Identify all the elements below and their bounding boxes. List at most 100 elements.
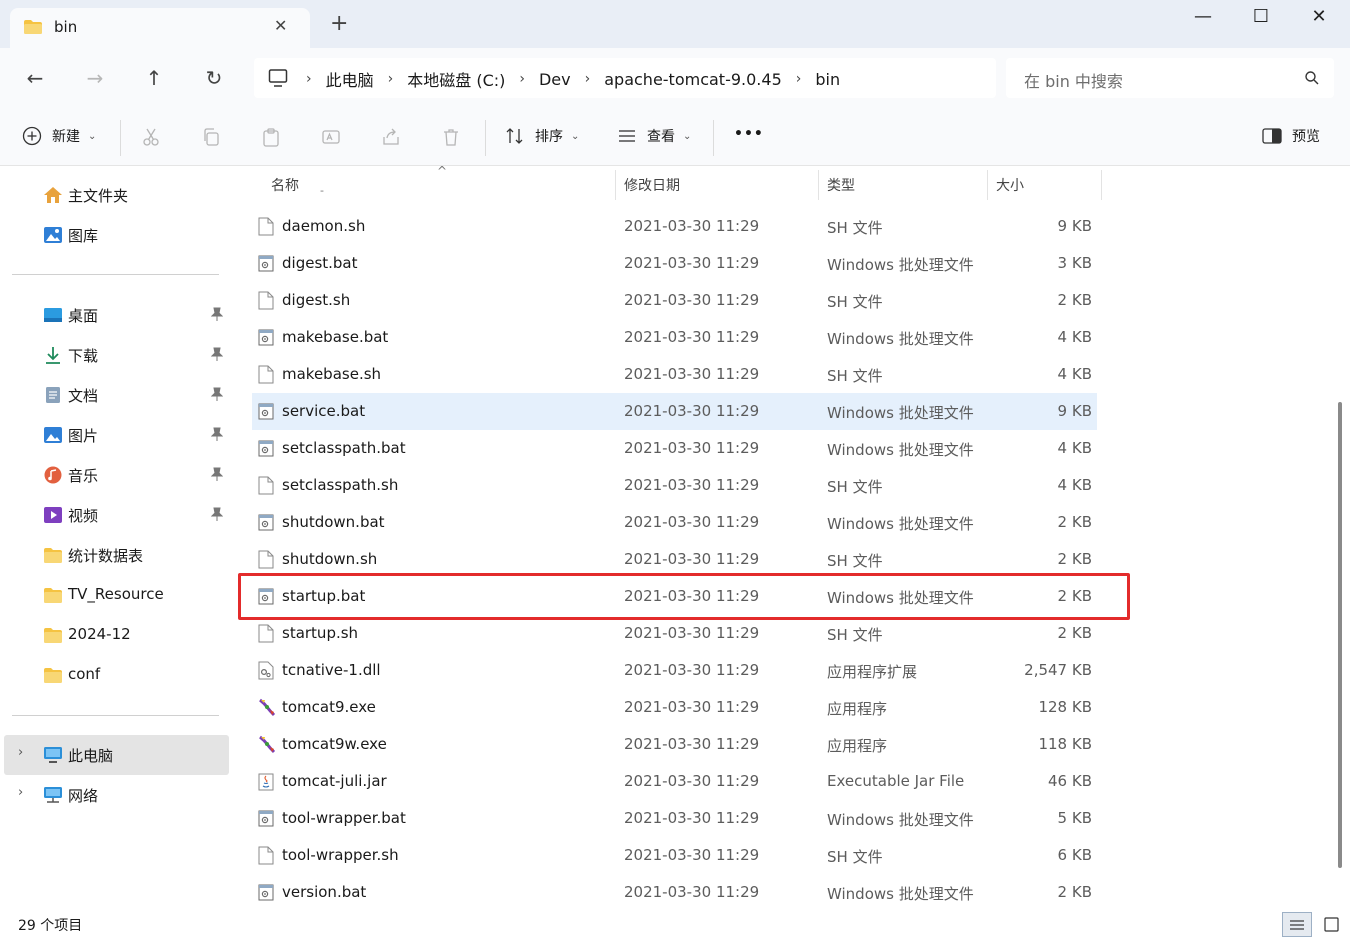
file-row[interactable]: tcnative-1.dll 2021-03-30 11:29 应用程序扩展 2,54… (252, 652, 1097, 689)
breadcrumb-dev[interactable]: Dev (539, 70, 571, 89)
file-row[interactable]: tomcat-juli.jar 2021-03-30 11:29 Executabl… (252, 763, 1097, 800)
column-divider[interactable] (1101, 170, 1102, 200)
maximize-button[interactable]: ☐ (1238, 6, 1284, 27)
column-divider[interactable] (987, 170, 988, 200)
folder-icon (44, 628, 62, 643)
expand-chevron-icon[interactable]: › (18, 745, 23, 760)
preview-button[interactable]: 预览 (1262, 126, 1320, 146)
share-icon[interactable] (381, 127, 401, 147)
file-row[interactable]: digest.bat 2021-03-30 11:29 Windows 批处理文件 3… (252, 245, 1097, 282)
sidebar-item-tv-resource[interactable]: TV_Resource (0, 575, 236, 615)
cut-icon[interactable] (141, 127, 161, 147)
file-modified-date: 2021-03-30 11:29 (624, 254, 760, 272)
search-icon[interactable] (1304, 68, 1320, 88)
pin-icon[interactable] (210, 507, 224, 524)
file-row[interactable]: makebase.sh 2021-03-30 11:29 SH 文件 4 KB (252, 356, 1097, 393)
navigation-bar: ← → ↑ ↻ › 此电脑 › 本地磁盘 (C:) › Dev › apache… (0, 48, 1350, 108)
sidebar-item-home[interactable]: 主文件夹 (0, 175, 236, 215)
copy-icon[interactable] (201, 127, 221, 147)
details-view-icon (1290, 920, 1304, 930)
rename-icon[interactable] (321, 127, 341, 147)
breadcrumb-local-disk[interactable]: 本地磁盘 (C:) (407, 67, 505, 91)
sidebar-item-documents[interactable]: 文档 (0, 375, 236, 415)
file-row[interactable]: setclasspath.sh 2021-03-30 11:29 SH 文件 4 KB (252, 467, 1097, 504)
column-divider[interactable] (615, 170, 616, 200)
file-row[interactable]: tomcat9.exe 2021-03-30 11:29 应用程序 128 KB (252, 689, 1097, 726)
file-row[interactable]: startup.sh 2021-03-30 11:29 SH 文件 2 KB (252, 615, 1097, 652)
file-size: 3 KB (1057, 254, 1092, 272)
file-row[interactable]: makebase.bat 2021-03-30 11:29 Windows 批处理文… (252, 319, 1097, 356)
sidebar-item-network[interactable]: › 网络 (0, 775, 236, 815)
vertical-scrollbar[interactable] (1330, 166, 1350, 912)
minimize-button[interactable]: — (1180, 6, 1226, 27)
gallery-icon (44, 227, 62, 243)
file-row[interactable]: shutdown.bat 2021-03-30 11:29 Windows 批处理文… (252, 504, 1097, 541)
tiles-view-icon (1324, 917, 1339, 932)
breadcrumb-this-pc[interactable]: 此电脑 (326, 67, 374, 91)
scrollbar-thumb[interactable] (1338, 402, 1342, 868)
more-options-button[interactable]: ••• (734, 126, 764, 142)
breadcrumb-tomcat[interactable]: apache-tomcat-9.0.45 (604, 70, 782, 89)
delete-icon[interactable] (441, 127, 461, 147)
tab-bin[interactable]: bin ✕ (10, 8, 310, 48)
sidebar-divider (12, 715, 219, 716)
details-view-button[interactable] (1282, 912, 1312, 937)
column-divider[interactable] (818, 170, 819, 200)
new-tab-button[interactable]: + (330, 13, 348, 35)
file-type: SH 文件 (827, 293, 883, 311)
close-window-button[interactable]: ✕ (1296, 6, 1342, 27)
file-row[interactable]: tool-wrapper.sh 2021-03-30 11:29 SH 文件 6 KB (252, 837, 1097, 874)
file-row[interactable]: service.bat 2021-03-30 11:29 Windows 批处理文件… (252, 393, 1097, 430)
search-box[interactable]: 在 bin 中搜索 (1006, 58, 1334, 98)
forward-button[interactable]: → (80, 66, 110, 90)
file-size: 2 KB (1057, 291, 1092, 309)
back-button[interactable]: ← (20, 66, 50, 90)
file-size: 2 KB (1057, 883, 1092, 901)
file-row[interactable]: tomcat9w.exe 2021-03-30 11:29 应用程序 118 KB (252, 726, 1097, 763)
search-input[interactable]: 在 bin 中搜索 (1024, 68, 1123, 92)
breadcrumb-bin[interactable]: bin (815, 70, 840, 89)
sidebar-item-2024-12[interactable]: 2024-12 (0, 615, 236, 655)
file-row[interactable]: tool-wrapper.bat 2021-03-30 11:29 Windows … (252, 800, 1097, 837)
file-row[interactable]: digest.sh 2021-03-30 11:29 SH 文件 2 KB (252, 282, 1097, 319)
address-bar[interactable]: › 此电脑 › 本地磁盘 (C:) › Dev › apache-tomcat-… (254, 58, 996, 98)
view-button[interactable]: 查看 ⌄ (617, 126, 691, 146)
sidebar-item-downloads[interactable]: 下载 (0, 335, 236, 375)
pin-icon[interactable] (210, 307, 224, 324)
sort-button[interactable]: 排序 ⌄ (505, 126, 579, 146)
batch-file-icon (258, 809, 274, 828)
tiles-view-button[interactable] (1316, 912, 1346, 937)
file-type: SH 文件 (827, 848, 883, 866)
expand-chevron-icon[interactable]: › (18, 785, 23, 800)
sidebar-item-label: conf (68, 665, 101, 683)
pin-icon[interactable] (210, 467, 224, 484)
sidebar-item-pictures[interactable]: 图片 (0, 415, 236, 455)
tab-close-icon[interactable]: ✕ (274, 16, 287, 35)
up-button[interactable]: ↑ (139, 66, 169, 90)
pin-icon[interactable] (210, 387, 224, 404)
new-button[interactable]: 新建 ⌄ (22, 126, 96, 146)
sidebar-item-gallery[interactable]: 图库 (0, 215, 236, 255)
breadcrumb-separator[interactable]: › (388, 71, 394, 87)
sidebar-item-videos[interactable]: 视频 (0, 495, 236, 535)
new-label: 新建 (52, 129, 80, 145)
sidebar-item-music[interactable]: 音乐 (0, 455, 236, 495)
plus-circle-icon (22, 126, 42, 146)
refresh-button[interactable]: ↻ (199, 66, 229, 90)
pin-icon[interactable] (210, 347, 224, 364)
file-row[interactable]: setclasspath.bat 2021-03-30 11:29 Windows … (252, 430, 1097, 467)
sidebar-item-this-pc[interactable]: › 此电脑 (4, 735, 229, 775)
sidebar-item-desktop[interactable]: 桌面 (0, 295, 236, 335)
file-row[interactable]: daemon.sh 2021-03-30 11:29 SH 文件 9 KB (252, 208, 1097, 245)
breadcrumb-separator[interactable]: › (585, 71, 591, 87)
paste-icon[interactable] (261, 127, 281, 147)
file-modified-date: 2021-03-30 11:29 (624, 217, 760, 235)
file-name: tomcat-juli.jar (282, 772, 387, 790)
sidebar-item-conf[interactable]: conf (0, 655, 236, 695)
file-name: tomcat9w.exe (282, 735, 387, 753)
sidebar-item-stats-folder[interactable]: 统计数据表 (0, 535, 236, 575)
breadcrumb-separator[interactable]: › (519, 71, 525, 87)
pin-icon[interactable] (210, 427, 224, 444)
file-row[interactable]: version.bat 2021-03-30 11:29 Windows 批处理文件… (252, 874, 1097, 911)
breadcrumb-separator[interactable]: › (796, 71, 802, 87)
